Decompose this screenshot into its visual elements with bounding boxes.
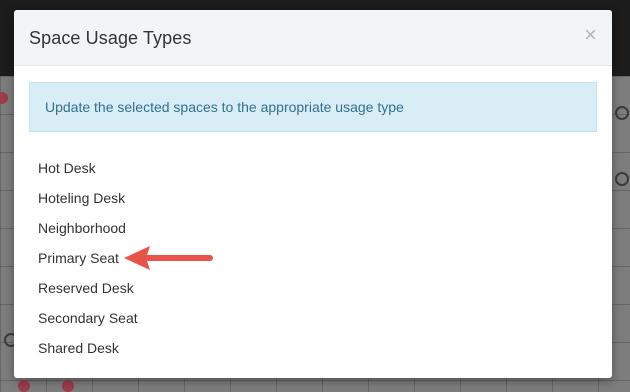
usage-type-option-hoteling-desk[interactable]: Hoteling Desk <box>38 188 138 218</box>
floor-plan-marker-icon <box>0 92 8 104</box>
space-usage-types-modal: Space Usage Types × Update the selected … <box>14 10 612 378</box>
usage-type-option-hot-desk[interactable]: Hot Desk <box>38 158 138 188</box>
close-icon[interactable]: × <box>584 24 597 46</box>
info-alert-text: Update the selected spaces to the approp… <box>45 99 404 115</box>
floor-plan-marker-icon <box>18 380 30 392</box>
modal-header: Space Usage Types × <box>14 10 612 66</box>
floor-plan-marker-icon <box>62 380 74 392</box>
usage-type-option-secondary-seat[interactable]: Secondary Seat <box>38 308 138 338</box>
floor-plan-seat-icon <box>615 172 629 186</box>
pointer-arrow-icon <box>124 246 213 270</box>
floor-plan-seat-icon <box>615 106 629 120</box>
modal-title: Space Usage Types <box>29 28 192 48</box>
info-alert: Update the selected spaces to the approp… <box>29 82 597 132</box>
usage-type-option-shared-desk[interactable]: Shared Desk <box>38 338 138 368</box>
usage-type-option-reserved-desk[interactable]: Reserved Desk <box>38 278 138 308</box>
